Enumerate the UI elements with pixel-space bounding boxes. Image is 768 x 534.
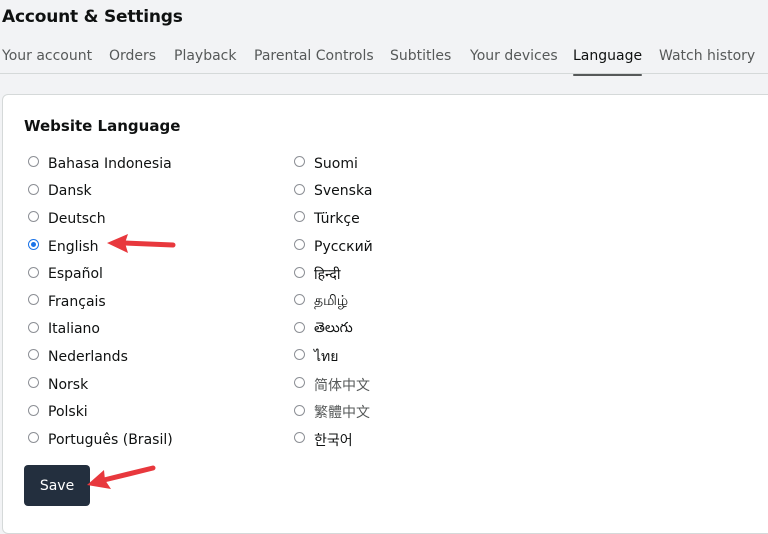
radio-button[interactable] — [28, 211, 39, 223]
radio-button[interactable] — [294, 321, 305, 333]
radio-button[interactable] — [294, 404, 305, 416]
tab-parental-controls[interactable]: Parental Controls — [254, 48, 374, 74]
radio-button[interactable] — [28, 321, 39, 333]
language-list-left: Bahasa Indonesia Dansk Deutsch English E… — [28, 150, 173, 454]
radio-button[interactable] — [294, 432, 305, 444]
radio-button[interactable] — [294, 377, 305, 389]
language-list-right: Suomi Svenska Türkçe Русский हिन्दी தமிழ… — [294, 150, 373, 454]
language-option[interactable]: Русский — [294, 233, 373, 261]
language-option[interactable]: Español — [28, 260, 173, 288]
language-option[interactable]: తెలుగు — [294, 316, 373, 344]
radio-button[interactable] — [294, 239, 305, 251]
page-title: Account & Settings — [2, 7, 183, 27]
tab-playback[interactable]: Playback — [174, 48, 236, 74]
language-option[interactable]: Suomi — [294, 150, 373, 178]
radio-button[interactable] — [294, 183, 305, 195]
language-option[interactable]: Français — [28, 288, 173, 316]
settings-tabs: Your account Orders Playback Parental Co… — [0, 44, 768, 76]
radio-button[interactable] — [28, 377, 39, 389]
tab-orders[interactable]: Orders — [109, 48, 156, 74]
language-option[interactable]: Deutsch — [28, 205, 173, 233]
language-option[interactable]: Português (Brasil) — [28, 426, 173, 454]
radio-button[interactable] — [28, 266, 39, 278]
radio-button[interactable] — [294, 294, 305, 306]
language-option[interactable]: Svenska — [294, 178, 373, 206]
save-button[interactable]: Save — [24, 465, 90, 506]
language-option[interactable]: தமிழ் — [294, 288, 373, 316]
tab-your-account[interactable]: Your account — [2, 48, 92, 74]
tab-your-devices[interactable]: Your devices — [470, 48, 558, 74]
language-option[interactable]: हिन्दी — [294, 260, 373, 288]
language-option[interactable]: Dansk — [28, 178, 173, 206]
tab-language[interactable]: Language — [573, 48, 643, 76]
radio-button[interactable] — [294, 349, 305, 361]
language-option[interactable]: Norsk — [28, 371, 173, 399]
language-option-selected[interactable]: English — [28, 233, 173, 261]
radio-button-checked[interactable] — [28, 239, 39, 251]
radio-button[interactable] — [28, 349, 39, 361]
radio-button[interactable] — [28, 294, 39, 306]
tab-subtitles[interactable]: Subtitles — [390, 48, 451, 74]
radio-button[interactable] — [28, 156, 39, 168]
language-option[interactable]: ไทย — [294, 343, 373, 371]
language-option[interactable]: 繁體中文 — [294, 398, 373, 426]
language-panel: Website Language Bahasa Indonesia Dansk … — [2, 94, 768, 534]
radio-button[interactable] — [28, 432, 39, 444]
radio-button[interactable] — [294, 266, 305, 278]
language-option[interactable]: 한국어 — [294, 426, 373, 454]
language-option[interactable]: Nederlands — [28, 343, 173, 371]
radio-button[interactable] — [28, 404, 39, 416]
language-option[interactable]: Bahasa Indonesia — [28, 150, 173, 178]
radio-button[interactable] — [294, 211, 305, 223]
language-option[interactable]: Italiano — [28, 316, 173, 344]
language-option[interactable]: 简体中文 — [294, 371, 373, 399]
language-option[interactable]: Polski — [28, 398, 173, 426]
tab-watch-history[interactable]: Watch history — [659, 48, 755, 74]
radio-button[interactable] — [294, 156, 305, 168]
section-title: Website Language — [24, 117, 181, 135]
radio-button[interactable] — [28, 183, 39, 195]
language-option[interactable]: Türkçe — [294, 205, 373, 233]
